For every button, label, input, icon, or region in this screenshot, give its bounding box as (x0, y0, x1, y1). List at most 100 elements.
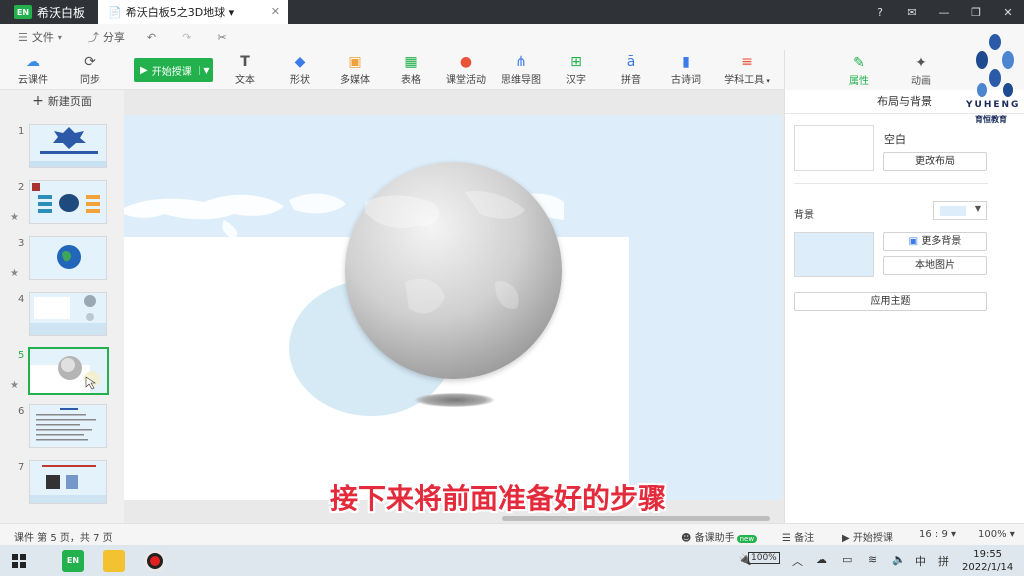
status-start-teaching-button[interactable]: ▶ 开始授课 (842, 529, 893, 544)
easinote-logo-icon: EN (14, 5, 32, 19)
sync-button[interactable]: ⟳ 同步 (66, 53, 114, 86)
star-icon[interactable]: ★ (10, 380, 19, 391)
background-color-picker[interactable]: ▼ (933, 201, 987, 220)
notes-button[interactable]: ☰ 备注 (782, 529, 814, 544)
slide-number: 1 (18, 126, 25, 137)
tab-close-icon[interactable]: ✕ (271, 5, 280, 18)
tab-animation[interactable]: ✦ 动画 (891, 54, 951, 87)
slide-preview-art (30, 465, 106, 503)
more-backgrounds-button[interactable]: ▣ 更多背景 (883, 232, 987, 251)
tool-multimedia[interactable]: ▣ 多媒体 (331, 53, 379, 86)
star-icon[interactable]: ★ (10, 212, 19, 223)
app-brand[interactable]: EN 希沃白板 (0, 0, 96, 24)
chevron-up-icon[interactable]: ︿ (792, 553, 803, 569)
canvas-area[interactable] (124, 90, 784, 523)
file-menu[interactable]: ☰ 文件 ▾ (18, 29, 66, 45)
zoom-select[interactable]: 100% ▾ (978, 529, 1015, 540)
volume-icon[interactable]: 🔈 (892, 553, 906, 566)
app-name: 希沃白板 (37, 5, 86, 20)
slide-thumbnail[interactable]: 4 (0, 292, 124, 342)
redo-button[interactable]: ↷ (182, 31, 195, 44)
change-layout-button[interactable]: 更改布局 (883, 152, 987, 171)
help-icon[interactable]: ? (864, 6, 896, 19)
tab-properties[interactable]: ✎ 属性 (829, 54, 889, 87)
apply-theme-button[interactable]: 应用主题 (794, 292, 987, 311)
document-tab-title: 希沃白板5之3D地球 ▾ (125, 6, 235, 19)
restore-icon[interactable]: ❐ (960, 6, 992, 19)
tool-label: 拼音 (621, 75, 641, 86)
tool-pinyin[interactable]: ā 拼音 (607, 53, 655, 86)
system-clock[interactable]: 19:55 2022/1/14 (962, 548, 1013, 574)
tool-subject-tools[interactable]: ≡ 学科工具 ▾ (719, 53, 775, 86)
slide-canvas[interactable] (124, 115, 782, 500)
title-bar: EN 希沃白板 📄 希沃白板5之3D地球 ▾ ✕ ? ✉ — ❐ ✕ (0, 0, 1024, 24)
local-image-button[interactable]: 本地图片 (883, 256, 987, 275)
tool-mindmap[interactable]: ⋔ 思维导图 (497, 53, 545, 86)
globe-shadow[interactable] (415, 393, 494, 407)
tool-label: 表格 (401, 75, 421, 86)
new-page-button[interactable]: + 新建页面 (0, 90, 124, 112)
slide-thumbnail-active[interactable]: 5 ★ (0, 347, 124, 398)
media-player-taskbar-icon[interactable] (103, 550, 125, 572)
document-tab[interactable]: 📄 希沃白板5之3D地球 ▾ ✕ (98, 0, 288, 24)
slide-thumbnail[interactable]: 3 ★ (0, 236, 124, 286)
logo-text-cn: 育恒教育 (975, 115, 1007, 124)
tool-class-activity[interactable]: ● 课堂活动 (442, 53, 490, 86)
message-icon[interactable]: ✉ (896, 6, 928, 19)
tab-properties-label: 属性 (849, 76, 869, 87)
tool-table[interactable]: ▦ 表格 (387, 53, 435, 86)
battery-indicator[interactable]: 100% (748, 552, 780, 564)
assistant-button[interactable]: ☻ 备课助手 new (681, 529, 758, 544)
tool-poetry[interactable]: ▮ 古诗词 (662, 53, 710, 86)
slide-preview-art (36, 408, 96, 441)
aspect-ratio-select[interactable]: 16 : 9 ▾ (919, 529, 956, 540)
device-tray-icon[interactable]: ▭ (842, 553, 852, 566)
chevron-down-icon: ▼ (974, 204, 981, 213)
cloud-courseware-button[interactable]: ☁ 云课件 (9, 53, 57, 86)
yuheng-logo-mark (976, 34, 1014, 97)
chevron-down-icon: ▾ (57, 32, 62, 42)
slide-number: 3 (18, 238, 25, 249)
wifi-icon[interactable]: ≋ (868, 553, 877, 566)
pinyin-icon: ā (626, 54, 636, 70)
3d-globe[interactable] (345, 162, 562, 379)
undo-button[interactable]: ↶ (147, 31, 160, 44)
slide-thumbnail[interactable]: 6 (0, 404, 124, 454)
slide-preview-art (57, 245, 81, 269)
ime-type-indicator[interactable]: 拼 (938, 553, 949, 569)
slide-preview-art (30, 295, 106, 335)
slide-thumbnail[interactable]: 7 (0, 460, 124, 510)
chevron-down-icon[interactable]: ▼ (199, 65, 213, 75)
background-preview[interactable] (794, 232, 874, 277)
start-teaching-button[interactable]: ▶ 开始授课 ▼ (134, 58, 213, 82)
brush-icon: ✎ (853, 55, 865, 71)
tab-animation-label: 动画 (911, 76, 931, 87)
notes-icon: ☰ (782, 533, 791, 544)
recorder-taskbar-icon[interactable] (144, 550, 166, 572)
cut-button[interactable]: ✂ (217, 31, 230, 44)
tool-hanzi[interactable]: ⊞ 汉字 (552, 53, 600, 86)
cloud-tray-icon[interactable]: ☁ (816, 553, 827, 566)
easinote-taskbar-icon[interactable]: EN (62, 550, 84, 572)
share-button[interactable]: ⤴ 分享 (88, 29, 125, 45)
document-icon: 📄 (108, 5, 122, 19)
ime-mode-indicator[interactable]: 中 (915, 553, 926, 569)
slide-preview-art (30, 356, 100, 393)
minimize-icon[interactable]: — (928, 6, 960, 19)
layout-preview[interactable] (794, 125, 874, 171)
assistant-label: 备课助手 (694, 533, 735, 544)
slide-preview (29, 292, 107, 336)
slide-thumbnail[interactable]: 1 (0, 124, 124, 174)
shape-icon: ◆ (294, 54, 306, 70)
tool-shape[interactable]: ◆ 形状 (276, 53, 324, 86)
slide-thumbnail[interactable]: 2 ★ (0, 180, 124, 230)
close-window-icon[interactable]: ✕ (992, 6, 1024, 19)
slide-preview-art (32, 183, 100, 213)
tool-text[interactable]: T 文本 (221, 53, 269, 86)
star-icon[interactable]: ★ (10, 268, 19, 279)
windows-start-icon[interactable] (12, 554, 26, 568)
tool-label: 思维导图 (501, 75, 541, 86)
assistant-icon: ☻ (681, 533, 692, 544)
start-teaching-label: 开始授课 (151, 66, 192, 78)
tool-label: 文本 (235, 75, 255, 86)
